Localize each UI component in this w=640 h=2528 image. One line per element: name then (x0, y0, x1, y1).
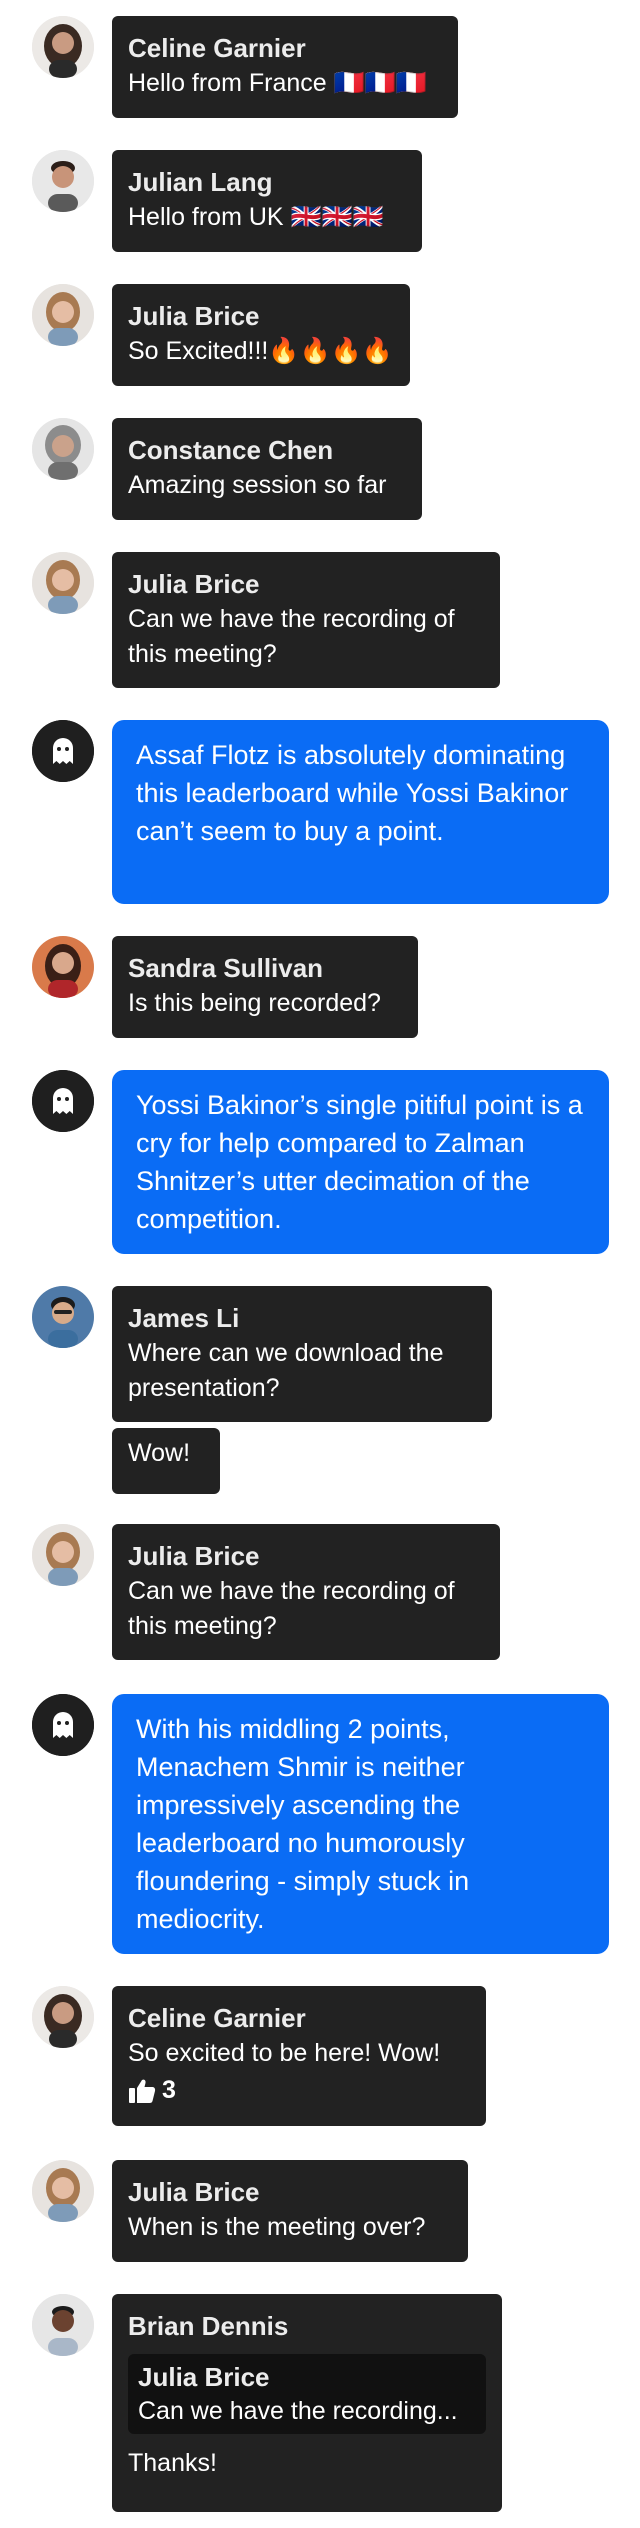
message-bubble[interactable]: Julia Brice So Excited!!!🔥🔥🔥🔥 (112, 284, 410, 386)
message-text: Thanks! (128, 2449, 217, 2477)
message-bubble[interactable]: Celine Garnier Hello from France 🇫🇷🇫🇷🇫🇷 (112, 16, 458, 118)
quoted-message[interactable]: Julia Brice Can we have the recording... (128, 2354, 486, 2434)
message-text: Is this being recorded? (128, 989, 381, 1017)
quoted-text: Can we have the recording... (138, 2397, 458, 2425)
sender-name[interactable]: Julia Brice (128, 1538, 484, 1574)
message-bubble-followup[interactable]: Wow! (112, 1428, 220, 1494)
bot-bubble[interactable]: Assaf Flotz is absolutely dominating thi… (112, 720, 609, 904)
message-text: So Excited!!!🔥🔥🔥🔥 (128, 337, 393, 365)
sender-name[interactable]: Celine Garnier (128, 2000, 470, 2036)
ghost-icon (32, 1694, 94, 1756)
message-bubble[interactable]: Constance Chen Amazing session so far (112, 418, 422, 520)
bot-bubble[interactable]: Yossi Bakinor’s single pitiful point is … (112, 1070, 609, 1254)
sender-name[interactable]: Celine Garnier (128, 30, 442, 66)
message-text: With his middling 2 points, Menachem Shm… (136, 1714, 470, 1934)
message-text: Can we have the recording of this meetin… (128, 605, 455, 668)
sender-name[interactable]: Julia Brice (128, 298, 394, 334)
ghost-icon (32, 1070, 94, 1132)
avatar[interactable] (32, 1286, 94, 1348)
sender-name[interactable]: Brian Dennis (128, 2308, 486, 2344)
message-bubble[interactable]: Julia Brice Can we have the recording of… (112, 552, 500, 688)
avatar[interactable] (32, 552, 94, 614)
message-text: Assaf Flotz is absolutely dominating thi… (136, 740, 569, 846)
avatar[interactable] (32, 2160, 94, 2222)
sender-name[interactable]: Julian Lang (128, 164, 406, 200)
sender-name[interactable]: Constance Chen (128, 432, 406, 468)
avatar[interactable] (32, 1524, 94, 1586)
quoted-sender-name: Julia Brice (138, 2362, 270, 2392)
message-text: Yossi Bakinor’s single pitiful point is … (136, 1090, 583, 1234)
avatar[interactable] (32, 284, 94, 346)
ghost-icon (32, 720, 94, 782)
message-text: Amazing session so far (128, 471, 387, 499)
avatar[interactable] (32, 16, 94, 78)
message-bubble[interactable]: James Li Where can we download the prese… (112, 1286, 492, 1422)
like-count: 3 (162, 2076, 176, 2104)
avatar[interactable] (32, 2294, 94, 2356)
sender-name[interactable]: Julia Brice (128, 2174, 452, 2210)
bot-avatar[interactable] (32, 1070, 94, 1132)
message-text: Wow! (128, 1439, 191, 1467)
message-bubble[interactable]: Brian Dennis Julia Brice Can we have the… (112, 2294, 502, 2512)
message-bubble[interactable]: Sandra Sullivan Is this being recorded? (112, 936, 418, 1038)
bot-avatar[interactable] (32, 1694, 94, 1756)
like-reaction[interactable]: 3 (128, 2073, 470, 2108)
bot-avatar[interactable] (32, 720, 94, 782)
message-text: Can we have the recording of this meetin… (128, 1577, 455, 1640)
message-bubble[interactable]: Julia Brice Can we have the recording of… (112, 1524, 500, 1660)
message-text: When is the meeting over? (128, 2213, 426, 2241)
sender-name[interactable]: Julia Brice (128, 566, 484, 602)
message-bubble[interactable]: Celine Garnier So excited to be here! Wo… (112, 1986, 486, 2126)
avatar[interactable] (32, 1986, 94, 2048)
message-text: Hello from UK 🇬🇧🇬🇧🇬🇧 (128, 203, 384, 231)
avatar[interactable] (32, 150, 94, 212)
avatar[interactable] (32, 418, 94, 480)
message-text: Hello from France 🇫🇷🇫🇷🇫🇷 (128, 69, 427, 97)
thumbs-up-icon (129, 2079, 156, 2103)
sender-name[interactable]: Sandra Sullivan (128, 950, 402, 986)
message-bubble[interactable]: Julia Brice When is the meeting over? (112, 2160, 468, 2262)
sender-name[interactable]: James Li (128, 1300, 476, 1336)
message-text: So excited to be here! Wow! (128, 2039, 441, 2067)
avatar[interactable] (32, 936, 94, 998)
message-bubble[interactable]: Julian Lang Hello from UK 🇬🇧🇬🇧🇬🇧 (112, 150, 422, 252)
message-text: Where can we download the presentation? (128, 1339, 444, 1402)
bot-bubble[interactable]: With his middling 2 points, Menachem Shm… (112, 1694, 609, 1954)
